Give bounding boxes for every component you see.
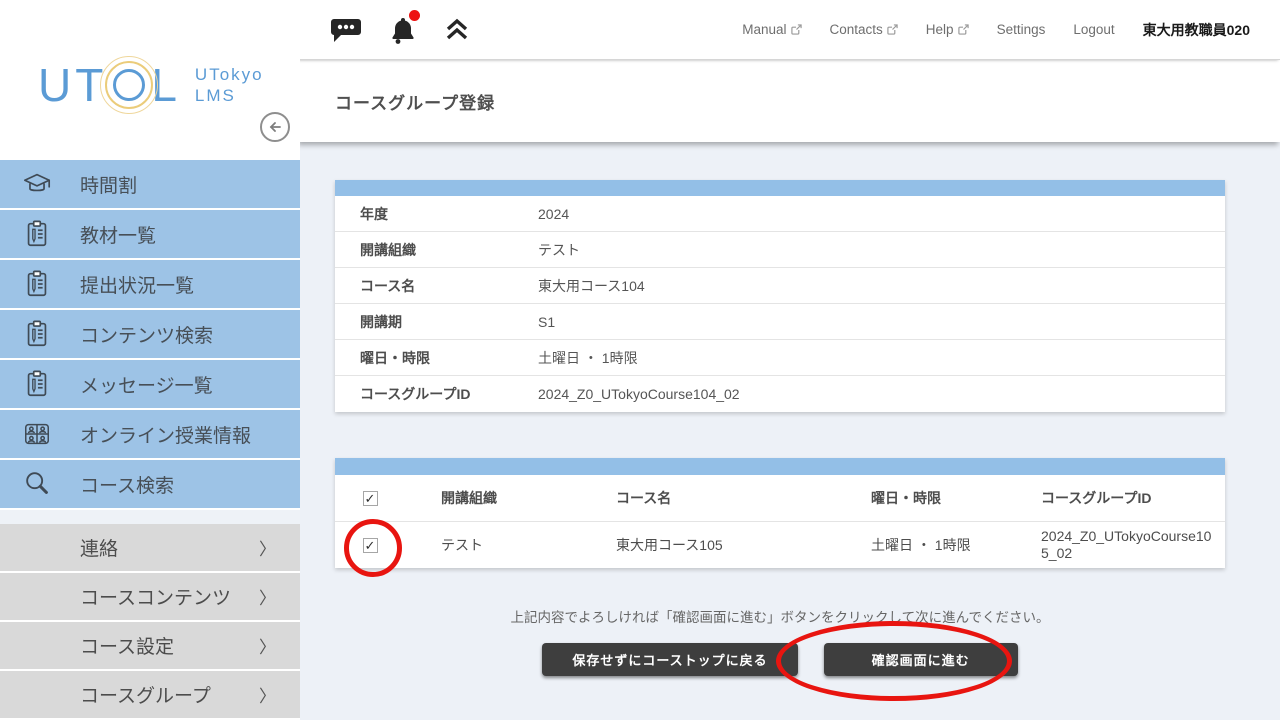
clipboard-icon [22,269,52,299]
column-header-course: コース名 [580,488,835,508]
username-label: 東大用教職員020 [1143,20,1250,40]
sidebar-item-label: コンテンツ検索 [80,321,213,348]
sidebar-item-course-group[interactable]: コースグループ 〉 [0,671,300,720]
magnifier-icon [22,469,52,499]
sidebar-item-label: コース設定 [80,632,259,659]
sidebar-item-online-class-info[interactable]: オンライン授業情報 [0,410,300,460]
sidebar-menu: 時間割 教材一覧 提出状況一覧 コンテンツ検索 メッセージ一覧 [0,160,300,720]
sidebar-item-submission-status[interactable]: 提出状況一覧 [0,260,300,310]
external-link-icon [887,24,898,35]
table-row: 開講組織 テスト [335,232,1225,268]
logo-text-ut: UT [38,58,107,112]
table-row: コースグループID 2024_Z0_UTokyoCourse104_02 [335,376,1225,412]
sidebar-item-materials[interactable]: 教材一覧 [0,210,300,260]
logout-link[interactable]: Logout [1073,22,1114,37]
proceed-to-confirmation-button[interactable]: 確認画面に進む [824,643,1018,676]
course-selection-table: ✓ 開講組織 コース名 曜日・時限 コースグループID ✓ テスト 東大用コース… [335,458,1225,568]
cell-course: 東大用コース105 [580,535,835,555]
select-all-checkbox[interactable]: ✓ [363,491,378,506]
instruction-text: 上記内容でよろしければ「確認画面に進む」ボタンをクリックして次に進んでください。 [335,606,1225,626]
manual-link[interactable]: Manual [742,22,801,37]
topbar: Manual Contacts Help Settings Logout 東大用… [300,0,1280,60]
sidebar-section-divider [0,510,300,524]
contacts-link[interactable]: Contacts [830,22,898,37]
main-content: 年度 2024 開講組織 テスト コース名 東大用コース104 開講期 S1 曜… [300,142,1280,720]
sidebar-item-course-search[interactable]: コース検索 [0,460,300,510]
sidebar-item-course-contents[interactable]: コースコンテンツ 〉 [0,573,300,622]
logo-area: UTL UTokyo LMS [0,0,300,160]
sidebar: UTL UTokyo LMS 時間割 教材一覧 [0,0,300,720]
table-row: 曜日・時限 土曜日 ・ 1時限 [335,340,1225,376]
table-row: 年度 2024 [335,196,1225,232]
table-header-band [335,458,1225,475]
column-header-group-id: コースグループID [1005,488,1225,508]
collapse-topbar-icon[interactable] [444,17,470,43]
chevron-right-icon: 〉 [259,535,276,560]
table-header-row: ✓ 開講組織 コース名 曜日・時限 コースグループID [335,475,1225,522]
table-header-band [335,180,1225,196]
sidebar-item-messages[interactable]: メッセージ一覧 [0,360,300,410]
video-grid-icon [22,419,52,449]
sidebar-item-label: 連絡 [80,534,259,561]
cell-day: 土曜日 ・ 1時限 [835,535,1005,555]
column-header-day: 曜日・時限 [835,488,1005,508]
external-link-icon [958,24,969,35]
sidebar-item-contact[interactable]: 連絡 〉 [0,524,300,573]
sidebar-item-label: 提出状況一覧 [80,271,194,298]
sidebar-item-label: コースグループ [80,681,259,708]
chat-icon[interactable] [330,15,362,45]
notifications-bell-icon[interactable] [388,14,418,46]
graduation-cap-icon [22,169,52,199]
sidebar-item-label: 教材一覧 [80,221,156,248]
logo-subtitle: UTokyo LMS [195,64,264,106]
sidebar-item-label: メッセージ一覧 [80,371,213,398]
course-info-table: 年度 2024 開講組織 テスト コース名 東大用コース104 開講期 S1 曜… [335,180,1225,412]
arrow-left-icon [266,118,284,136]
table-row: ✓ テスト 東大用コース105 土曜日 ・ 1時限 2024_Z0_UTokyo… [335,522,1225,568]
page-title: コースグループ登録 [335,89,495,114]
sidebar-collapse-button[interactable] [260,112,290,142]
title-band: コースグループ登録 [300,60,1280,142]
chevron-right-icon: 〉 [259,584,276,609]
chevron-right-icon: 〉 [259,682,276,707]
column-header-org: 開講組織 [405,488,580,508]
utol-logo: UTL UTokyo LMS [38,58,264,112]
sidebar-item-label: コース検索 [80,471,174,498]
sidebar-item-course-settings[interactable]: コース設定 〉 [0,622,300,671]
clipboard-icon [22,219,52,249]
clipboard-icon [22,369,52,399]
sidebar-item-label: 時間割 [80,171,137,198]
logo-o-rings [110,66,148,104]
sidebar-item-timetable[interactable]: 時間割 [0,160,300,210]
clipboard-icon [22,319,52,349]
sidebar-item-label: コースコンテンツ [80,583,259,610]
chevron-right-icon: 〉 [259,633,276,658]
help-link[interactable]: Help [926,22,969,37]
sidebar-item-label: オンライン授業情報 [80,421,251,448]
cell-group-id: 2024_Z0_UTokyoCourse105_02 [1005,528,1225,562]
back-to-course-top-button[interactable]: 保存せずにコーストップに戻る [542,643,797,676]
table-row: 開講期 S1 [335,304,1225,340]
notification-badge [409,10,420,21]
settings-link[interactable]: Settings [997,22,1046,37]
sidebar-item-content-search[interactable]: コンテンツ検索 [0,310,300,360]
row-checkbox[interactable]: ✓ [363,538,378,553]
cell-org: テスト [405,535,580,555]
table-row: コース名 東大用コース104 [335,268,1225,304]
external-link-icon [791,24,802,35]
